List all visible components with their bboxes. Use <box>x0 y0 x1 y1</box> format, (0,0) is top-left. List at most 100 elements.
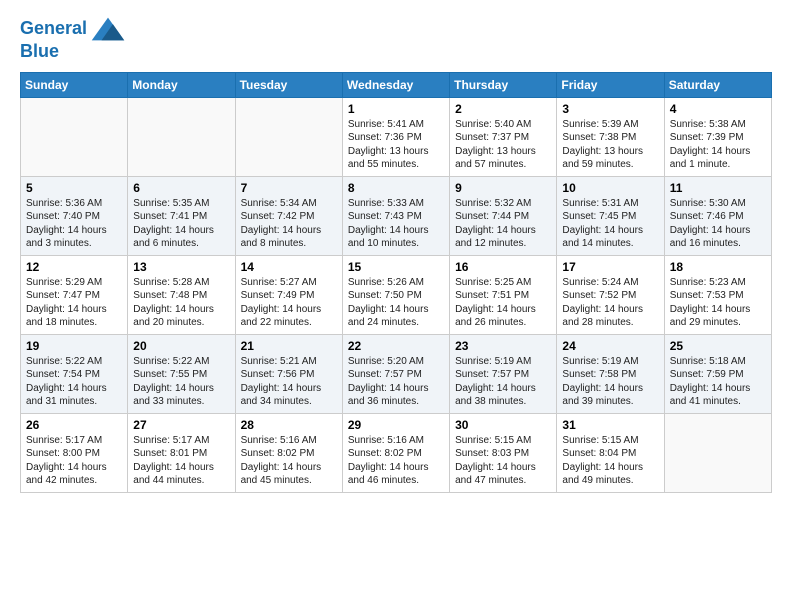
header-day-saturday: Saturday <box>664 72 771 97</box>
day-number: 21 <box>241 339 337 353</box>
header-row: SundayMondayTuesdayWednesdayThursdayFrid… <box>21 72 772 97</box>
cell-info: Sunrise: 5:27 AM Sunset: 7:49 PM Dayligh… <box>241 276 337 330</box>
day-number: 9 <box>455 181 551 195</box>
cell-info: Sunrise: 5:17 AM Sunset: 8:00 PM Dayligh… <box>26 434 122 488</box>
cell-info: Sunrise: 5:28 AM Sunset: 7:48 PM Dayligh… <box>133 276 229 330</box>
week-row-2: 5 Sunrise: 5:36 AM Sunset: 7:40 PM Daylig… <box>21 176 772 255</box>
calendar-cell: 24 Sunrise: 5:19 AM Sunset: 7:58 PM Dayli… <box>557 334 664 413</box>
calendar-cell: 13 Sunrise: 5:28 AM Sunset: 7:48 PM Dayli… <box>128 255 235 334</box>
day-number: 26 <box>26 418 122 432</box>
page: General Blue SundayMondayTuesdayWednesday… <box>0 0 792 509</box>
calendar-cell: 9 Sunrise: 5:32 AM Sunset: 7:44 PM Daylig… <box>450 176 557 255</box>
day-number: 23 <box>455 339 551 353</box>
day-number: 13 <box>133 260 229 274</box>
calendar-cell: 17Sunrise: 5:24 AM Sunset: 7:52 PM Dayli… <box>557 255 664 334</box>
calendar-cell: 3 Sunrise: 5:39 AM Sunset: 7:38 PM Daylig… <box>557 97 664 176</box>
day-number: 27 <box>133 418 229 432</box>
day-number: 3 <box>562 102 658 116</box>
calendar-cell: 8 Sunrise: 5:33 AM Sunset: 7:43 PM Daylig… <box>342 176 449 255</box>
calendar-cell: 11 Sunrise: 5:30 AM Sunset: 7:46 PM Dayli… <box>664 176 771 255</box>
cell-info: Sunrise: 5:25 AM Sunset: 7:51 PM Dayligh… <box>455 276 551 330</box>
cell-info: Sunrise: 5:41 AM Sunset: 7:36 PM Dayligh… <box>348 118 444 172</box>
cell-info: Sunrise: 5:33 AM Sunset: 7:43 PM Dayligh… <box>348 197 444 251</box>
logo-triangle-icon <box>89 16 127 42</box>
day-number: 24 <box>562 339 658 353</box>
cell-info: Sunrise: 5:39 AM Sunset: 7:38 PM Dayligh… <box>562 118 658 172</box>
day-number: 11 <box>670 181 766 195</box>
calendar-cell: 6 Sunrise: 5:35 AM Sunset: 7:41 PM Daylig… <box>128 176 235 255</box>
cell-info: Sunrise: 5:24 AM Sunset: 7:52 PM Dayligh… <box>562 276 658 330</box>
cell-info: Sunrise: 5:22 AM Sunset: 7:54 PM Dayligh… <box>26 355 122 409</box>
logo-text: General Blue <box>20 16 127 62</box>
calendar-cell: 12 Sunrise: 5:29 AM Sunset: 7:47 PM Dayli… <box>21 255 128 334</box>
header-day-wednesday: Wednesday <box>342 72 449 97</box>
calendar-cell: 27Sunrise: 5:17 AM Sunset: 8:01 PM Dayli… <box>128 413 235 492</box>
cell-info: Sunrise: 5:30 AM Sunset: 7:46 PM Dayligh… <box>670 197 766 251</box>
calendar-cell: 15Sunrise: 5:26 AM Sunset: 7:50 PM Dayli… <box>342 255 449 334</box>
day-number: 28 <box>241 418 337 432</box>
cell-info: Sunrise: 5:20 AM Sunset: 7:57 PM Dayligh… <box>348 355 444 409</box>
day-number: 7 <box>241 181 337 195</box>
cell-info: Sunrise: 5:32 AM Sunset: 7:44 PM Dayligh… <box>455 197 551 251</box>
calendar-cell: 22 Sunrise: 5:20 AM Sunset: 7:57 PM Dayli… <box>342 334 449 413</box>
header: General Blue <box>20 16 772 62</box>
logo: General Blue <box>20 16 127 62</box>
day-number: 16 <box>455 260 551 274</box>
day-number: 6 <box>133 181 229 195</box>
calendar-cell: 28 Sunrise: 5:16 AM Sunset: 8:02 PM Dayli… <box>235 413 342 492</box>
calendar-cell: 30 Sunrise: 5:15 AM Sunset: 8:03 PM Dayli… <box>450 413 557 492</box>
calendar-cell <box>664 413 771 492</box>
day-number: 2 <box>455 102 551 116</box>
calendar-cell: 29Sunrise: 5:16 AM Sunset: 8:02 PM Dayli… <box>342 413 449 492</box>
header-day-thursday: Thursday <box>450 72 557 97</box>
cell-info: Sunrise: 5:29 AM Sunset: 7:47 PM Dayligh… <box>26 276 122 330</box>
calendar-cell: 18Sunrise: 5:23 AM Sunset: 7:53 PM Dayli… <box>664 255 771 334</box>
calendar-cell: 19Sunrise: 5:22 AM Sunset: 7:54 PM Dayli… <box>21 334 128 413</box>
cell-info: Sunrise: 5:38 AM Sunset: 7:39 PM Dayligh… <box>670 118 766 172</box>
day-number: 8 <box>348 181 444 195</box>
header-day-monday: Monday <box>128 72 235 97</box>
calendar-cell: 20 Sunrise: 5:22 AM Sunset: 7:55 PM Dayli… <box>128 334 235 413</box>
day-number: 1 <box>348 102 444 116</box>
cell-info: Sunrise: 5:35 AM Sunset: 7:41 PM Dayligh… <box>133 197 229 251</box>
cell-info: Sunrise: 5:19 AM Sunset: 7:58 PM Dayligh… <box>562 355 658 409</box>
day-number: 14 <box>241 260 337 274</box>
logo-line2: Blue <box>20 41 59 61</box>
header-day-sunday: Sunday <box>21 72 128 97</box>
calendar-cell: 2 Sunrise: 5:40 AM Sunset: 7:37 PM Daylig… <box>450 97 557 176</box>
calendar-cell: 14 Sunrise: 5:27 AM Sunset: 7:49 PM Dayli… <box>235 255 342 334</box>
week-row-5: 26 Sunrise: 5:17 AM Sunset: 8:00 PM Dayli… <box>21 413 772 492</box>
calendar-cell: 10Sunrise: 5:31 AM Sunset: 7:45 PM Dayli… <box>557 176 664 255</box>
calendar-cell: 5 Sunrise: 5:36 AM Sunset: 7:40 PM Daylig… <box>21 176 128 255</box>
day-number: 12 <box>26 260 122 274</box>
calendar-cell: 16 Sunrise: 5:25 AM Sunset: 7:51 PM Dayli… <box>450 255 557 334</box>
cell-info: Sunrise: 5:36 AM Sunset: 7:40 PM Dayligh… <box>26 197 122 251</box>
cell-info: Sunrise: 5:15 AM Sunset: 8:03 PM Dayligh… <box>455 434 551 488</box>
day-number: 15 <box>348 260 444 274</box>
day-number: 10 <box>562 181 658 195</box>
calendar-table: SundayMondayTuesdayWednesdayThursdayFrid… <box>20 72 772 493</box>
calendar-cell: 21 Sunrise: 5:21 AM Sunset: 7:56 PM Dayli… <box>235 334 342 413</box>
calendar-cell <box>235 97 342 176</box>
day-number: 20 <box>133 339 229 353</box>
cell-info: Sunrise: 5:40 AM Sunset: 7:37 PM Dayligh… <box>455 118 551 172</box>
cell-info: Sunrise: 5:34 AM Sunset: 7:42 PM Dayligh… <box>241 197 337 251</box>
day-number: 5 <box>26 181 122 195</box>
calendar-cell: 4Sunrise: 5:38 AM Sunset: 7:39 PM Daylig… <box>664 97 771 176</box>
calendar-cell: 7 Sunrise: 5:34 AM Sunset: 7:42 PM Daylig… <box>235 176 342 255</box>
day-number: 30 <box>455 418 551 432</box>
cell-info: Sunrise: 5:15 AM Sunset: 8:04 PM Dayligh… <box>562 434 658 488</box>
week-row-3: 12 Sunrise: 5:29 AM Sunset: 7:47 PM Dayli… <box>21 255 772 334</box>
logo-line1: General <box>20 18 87 38</box>
day-number: 22 <box>348 339 444 353</box>
day-number: 31 <box>562 418 658 432</box>
calendar-cell: 23Sunrise: 5:19 AM Sunset: 7:57 PM Dayli… <box>450 334 557 413</box>
calendar-cell: 31 Sunrise: 5:15 AM Sunset: 8:04 PM Dayli… <box>557 413 664 492</box>
day-number: 29 <box>348 418 444 432</box>
day-number: 25 <box>670 339 766 353</box>
week-row-1: 1 Sunrise: 5:41 AM Sunset: 7:36 PM Daylig… <box>21 97 772 176</box>
cell-info: Sunrise: 5:22 AM Sunset: 7:55 PM Dayligh… <box>133 355 229 409</box>
cell-info: Sunrise: 5:16 AM Sunset: 8:02 PM Dayligh… <box>241 434 337 488</box>
cell-info: Sunrise: 5:21 AM Sunset: 7:56 PM Dayligh… <box>241 355 337 409</box>
day-number: 18 <box>670 260 766 274</box>
